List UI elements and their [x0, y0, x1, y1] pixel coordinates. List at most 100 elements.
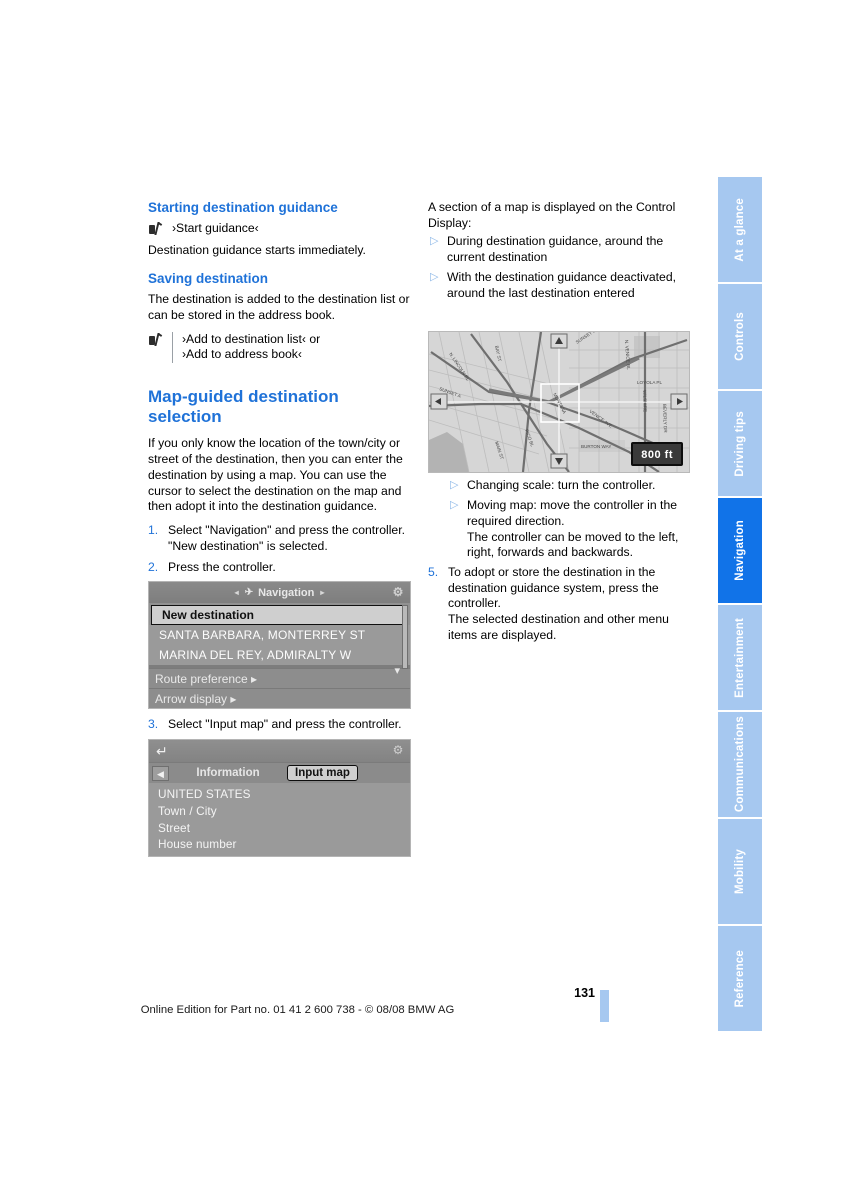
step-2-text: Press the controller.: [168, 559, 276, 574]
next-chevron-icon[interactable]: ▸: [320, 588, 324, 597]
step-1-text: Select "Navigation" and press the contro…: [168, 523, 410, 554]
step-1-line1: Select "Navigation" and press the contro…: [168, 523, 405, 538]
info-menu-topbar: ↵ ⚙: [149, 740, 410, 762]
triangle-bullet-icon: ▷: [450, 479, 459, 492]
controller-press-icon: [148, 332, 163, 348]
bullet-moving-map: ▷ Moving map: move the controller in the…: [428, 498, 690, 561]
step-1-number: 1.: [148, 523, 159, 538]
step-5-line2: The selected destination and other menu …: [448, 612, 669, 642]
menu-item-arrow-display[interactable]: Arrow display ▸: [149, 688, 410, 709]
tab-mobility[interactable]: Mobility: [718, 819, 762, 924]
navigation-symbol-icon: ✈: [244, 587, 254, 599]
navigation-menu-title: Navigation: [258, 586, 315, 599]
controller-instruction-start-guidance: ›Start guidance‹: [148, 221, 410, 237]
scrollbar[interactable]: [402, 605, 408, 670]
bullet-text: During destination guidance, around the …: [447, 234, 664, 265]
bullet-text: Moving map: move the controller in the r…: [467, 498, 690, 561]
heading-saving-destination: Saving destination: [148, 270, 269, 286]
left-column: Starting destination guidance ›Start gui…: [148, 200, 411, 865]
tab-entertainment-label: Entertainment: [734, 617, 746, 698]
tab-navigation-label: Navigation: [734, 520, 746, 581]
svg-text:WILSHIRE: WILSHIRE: [642, 390, 648, 412]
step-5-text: To adopt or store the destination in the…: [448, 565, 690, 644]
tab-communications[interactable]: Communications: [718, 712, 762, 817]
tab-controls-label: Controls: [734, 312, 746, 361]
manual-page: At a glance Controls Driving tips Naviga…: [0, 0, 848, 1200]
screenshot-navigation-menu: ◂ ✈ Navigation ▸ ⚙ New destination SANTA…: [148, 581, 411, 710]
tab-entertainment[interactable]: Entertainment: [718, 605, 762, 710]
navigation-menu-titlebar: ◂ ✈ Navigation ▸ ⚙: [149, 582, 410, 604]
step-5: 5. To adopt or store the destination in …: [428, 565, 690, 644]
scroll-down-icon[interactable]: ▾: [394, 664, 400, 677]
triangle-bullet-icon: ▷: [430, 270, 439, 283]
page-title: Map-guided destination selection: [148, 387, 339, 427]
saving-destination-body: The destination is added to the destinat…: [148, 292, 410, 322]
prev-chevron-icon[interactable]: ◂: [235, 588, 239, 597]
tab-mobility-label: Mobility: [734, 848, 746, 895]
tab-reference[interactable]: Reference: [718, 926, 762, 1031]
bullet-changing-scale: ▷ Changing scale: turn the controller.: [428, 478, 690, 494]
list-item[interactable]: SANTA BARBARA, MONTERREY ST: [149, 625, 410, 646]
list-item[interactable]: MARINA DEL REY, ADMIRALTY W: [149, 645, 410, 666]
tab-communications-label: Communications: [734, 716, 746, 813]
tab-at-a-glance-label: At a glance: [734, 197, 746, 262]
step-1: 1. Select "Navigation" and press the con…: [148, 523, 410, 554]
list-item[interactable]: Street: [158, 820, 410, 837]
start-guidance-note: Destination guidance starts immediately.: [148, 243, 366, 258]
add-destination-options: ›Add to destination list‹ or ›Add to add…: [182, 332, 320, 364]
controller-instruction-add-destination: ›Add to destination list‹ or ›Add to add…: [148, 331, 410, 364]
add-to-destination-list-item: ›Add to destination list‹ or: [182, 331, 321, 346]
tab-driving-tips-label: Driving tips: [734, 410, 746, 477]
start-guidance-menu-item: ›Start guidance‹: [172, 221, 259, 236]
back-arrow-icon[interactable]: ↵: [156, 744, 168, 758]
bullet-during-destination-guidance: ▷ During destination guidance, around th…: [428, 234, 690, 265]
svg-text:LOYOLA PL: LOYOLA PL: [637, 380, 662, 385]
tab-reference-label: Reference: [734, 949, 746, 1008]
tab-information[interactable]: Information: [169, 767, 287, 779]
prev-caret-icon[interactable]: ◀: [152, 765, 169, 781]
input-map-list: UNITED STATES Town / City Street House n…: [149, 783, 410, 856]
list-item[interactable]: Intersection: [158, 853, 410, 856]
tab-navigation[interactable]: Navigation: [718, 498, 762, 603]
list-item[interactable]: UNITED STATES: [158, 786, 410, 803]
controller-press-icon: [148, 222, 163, 237]
map-scale-label: 800 ft: [641, 449, 673, 461]
step-5-number: 5.: [428, 565, 439, 580]
bullet-guidance-deactivated: ▷ With the destination guidance deactiva…: [428, 270, 690, 301]
map-scale-badge: 800 ft: [631, 442, 683, 466]
figure-map-display: N. LINCOLN BL BAY ST SUNSET BLVD N. VENI…: [428, 331, 690, 473]
heading-starting-destination-guidance: Starting destination guidance: [148, 200, 338, 215]
step-5-line1: To adopt or store the destination in the…: [448, 565, 659, 611]
step-3: 3. Select "Input map" and press the cont…: [148, 717, 410, 733]
menu-item-new-destination[interactable]: New destination: [151, 605, 408, 626]
tab-controls[interactable]: Controls: [718, 284, 762, 389]
info-menu-tabbar: ◀ Information Input map: [149, 762, 410, 783]
menu-item-route-preference[interactable]: Route preference ▸: [149, 668, 410, 689]
list-item[interactable]: House number: [158, 836, 410, 853]
step-3-number: 3.: [148, 717, 159, 732]
tab-at-a-glance[interactable]: At a glance: [718, 177, 762, 282]
list-item[interactable]: Town / City: [158, 803, 410, 820]
add-to-address-book-item: ›Add to address book‹: [182, 347, 302, 362]
map-section-intro: A section of a map is displayed on the C…: [428, 200, 676, 230]
svg-text:BURTON WAY: BURTON WAY: [581, 444, 611, 449]
bullet-text-line1: Moving map: move the controller in the r…: [467, 498, 677, 528]
page-number: 131: [574, 986, 595, 1000]
gear-icon[interactable]: ⚙: [391, 743, 405, 757]
instruction-rule: [172, 331, 173, 364]
footer-text: Online Edition for Part no. 01 41 2 600 …: [140, 1004, 455, 1016]
tab-input-map[interactable]: Input map: [287, 765, 358, 781]
gear-icon[interactable]: ⚙: [391, 585, 405, 599]
bullet-text: With the destination guidance deactivate…: [447, 269, 677, 300]
triangle-bullet-icon: ▷: [430, 235, 439, 248]
page-edge-marker: [600, 990, 609, 1022]
chapter-tab-strip: At a glance Controls Driving tips Naviga…: [718, 177, 762, 1033]
triangle-bullet-icon: ▷: [450, 499, 459, 512]
step-2: 2. Press the controller.: [148, 560, 410, 576]
screenshot-input-map-menu: ↵ ⚙ ◀ Information Input map UNITED STATE…: [148, 739, 411, 857]
step-1-line2: "New destination" is selected.: [168, 538, 328, 553]
step-2-number: 2.: [148, 559, 159, 574]
chapter-intro-body: If you only know the location of the tow…: [148, 436, 403, 514]
step-3-text: Select "Input map" and press the control…: [168, 717, 402, 732]
tab-driving-tips[interactable]: Driving tips: [718, 391, 762, 496]
